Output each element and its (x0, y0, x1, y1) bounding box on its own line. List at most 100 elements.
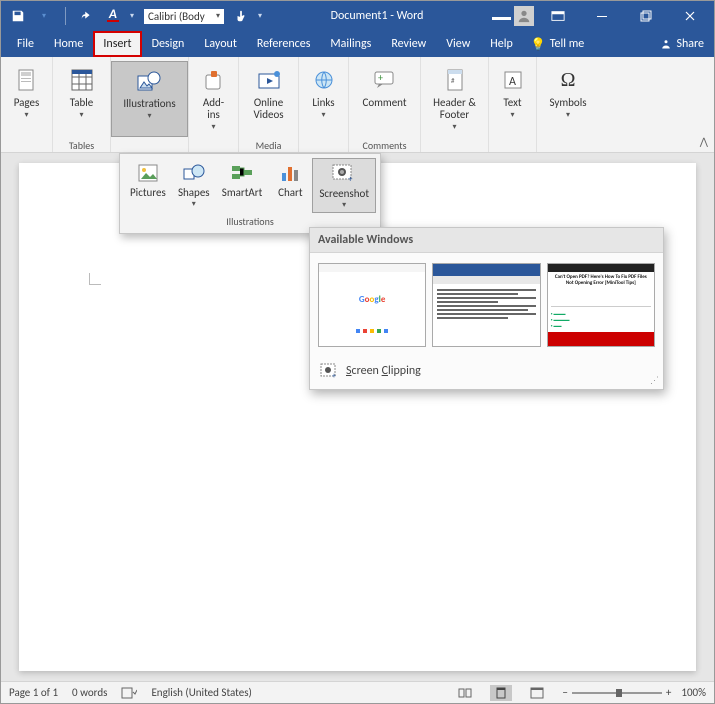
comment-button[interactable]: + Comment (354, 61, 414, 137)
quick-access-toolbar: ▾ A ▾ Calibri (Body ▾ ▾ (1, 7, 262, 25)
svg-text:+: + (348, 174, 353, 184)
title-bar: ▾ A ▾ Calibri (Body ▾ ▾ Document1 - Word… (1, 1, 714, 31)
pages-icon (17, 65, 37, 95)
zoom-slider[interactable] (572, 692, 662, 694)
shapes-button[interactable]: Shapes ▾ (172, 158, 216, 213)
font-color-dropdown-icon[interactable]: ▾ (130, 11, 134, 21)
chevron-down-icon: ▾ (216, 11, 220, 21)
tell-me-search[interactable]: 💡Tell me (523, 31, 592, 57)
addins-button[interactable]: Add- ins ▾ (189, 61, 239, 137)
font-selector[interactable]: Calibri (Body ▾ (144, 9, 224, 24)
ribbon: Pages ▾ Table ▾ Tables Illustrations ▾ (1, 57, 714, 153)
tab-view[interactable]: View (436, 31, 480, 57)
shapes-icon (182, 160, 206, 186)
page-indicator[interactable]: Page 1 of 1 (9, 686, 58, 699)
header-footer-icon: # (446, 65, 464, 95)
text-icon: A (503, 65, 523, 95)
addins-icon (203, 65, 225, 95)
user-area: ▬▬ (492, 4, 714, 28)
table-icon (71, 65, 93, 95)
illustrations-icon (136, 66, 164, 96)
tab-design[interactable]: Design (142, 31, 195, 57)
table-button[interactable]: Table ▾ (57, 61, 107, 137)
font-color-icon[interactable]: A (104, 7, 122, 25)
window-thumbnails: Google Can't Open PDF? Here's How To Fix… (310, 253, 663, 357)
screenshot-menu: Available Windows Google Can't Open PDF?… (309, 227, 664, 390)
pages-button[interactable]: Pages ▾ (2, 61, 52, 137)
chevron-down-icon: ▾ (566, 110, 570, 120)
ribbon-display-icon[interactable] (538, 4, 578, 28)
header-footer-button[interactable]: # Header & Footer ▾ (425, 61, 484, 137)
word-count[interactable]: 0 words (72, 686, 107, 699)
close-button[interactable] (670, 4, 710, 28)
touch-mode-icon[interactable] (232, 7, 250, 25)
pictures-icon (137, 160, 159, 186)
available-windows-header: Available Windows (310, 228, 663, 253)
video-icon (257, 65, 281, 95)
share-button[interactable]: Share (650, 31, 714, 57)
links-icon (313, 65, 335, 95)
chevron-down-icon: ▾ (79, 110, 83, 120)
symbols-icon: Ω (561, 65, 576, 95)
tab-file[interactable]: File (1, 31, 44, 57)
screenshot-button[interactable]: + Screenshot ▾ (312, 158, 376, 213)
chevron-down-icon: ▾ (321, 110, 325, 120)
tab-mailings[interactable]: Mailings (320, 31, 381, 57)
svg-text:+: + (378, 71, 383, 84)
print-layout-icon[interactable] (490, 685, 512, 701)
chevron-down-icon: ▾ (24, 110, 28, 120)
online-videos-button[interactable]: Online Videos (244, 61, 294, 137)
separator (65, 7, 66, 25)
tab-references[interactable]: References (247, 31, 321, 57)
tab-insert[interactable]: Insert (93, 31, 141, 57)
pictures-button[interactable]: Pictures (124, 158, 172, 213)
zoom-out-button[interactable]: − (562, 686, 567, 699)
chart-icon (280, 160, 300, 186)
window-title: Document1 - Word (262, 9, 492, 23)
resize-grip-icon[interactable]: ⋰ (650, 375, 659, 386)
restore-button[interactable] (626, 4, 666, 28)
links-button[interactable]: Links ▾ (299, 61, 349, 137)
ribbon-tabs: File Home Insert Design Layout Reference… (1, 31, 714, 57)
zoom-in-button[interactable]: + (666, 686, 671, 699)
status-bar: Page 1 of 1 0 words English (United Stat… (1, 681, 714, 703)
lightbulb-icon: 💡 (531, 37, 546, 52)
chevron-down-icon: ▾ (510, 110, 514, 120)
web-layout-icon[interactable] (526, 685, 548, 701)
screen-clipping-item[interactable]: + Screen Clipping (310, 357, 663, 389)
collapse-ribbon-icon[interactable]: ⋀ (700, 135, 708, 148)
tab-layout[interactable]: Layout (194, 31, 247, 57)
tab-help[interactable]: Help (480, 31, 523, 57)
redo-icon[interactable] (78, 7, 96, 25)
illustrations-button[interactable]: Illustrations ▾ (111, 61, 188, 137)
font-name: Calibri (Body (148, 10, 205, 23)
smartart-icon (230, 160, 254, 186)
window-thumbnail[interactable] (432, 263, 540, 347)
minimize-button[interactable] (582, 4, 622, 28)
share-icon (660, 38, 672, 50)
symbols-button[interactable]: Ω Symbols ▾ (541, 61, 594, 137)
user-avatar-icon[interactable] (514, 6, 534, 26)
save-icon[interactable] (9, 7, 27, 25)
user-name[interactable]: ▬▬ (492, 10, 510, 23)
window-thumbnail[interactable]: Can't Open PDF? Here's How To Fix PDF Fi… (547, 263, 655, 347)
chevron-down-icon: ▾ (342, 200, 346, 210)
language-indicator[interactable]: English (United States) (151, 686, 251, 699)
smartart-button[interactable]: SmartArt (216, 158, 269, 213)
comment-icon: + (373, 65, 395, 95)
chart-button[interactable]: Chart (268, 158, 312, 213)
undo-icon[interactable]: ▾ (35, 7, 53, 25)
zoom-controls: − + 100% (562, 686, 706, 699)
tab-home[interactable]: Home (44, 31, 93, 57)
chevron-down-icon: ▾ (147, 111, 151, 121)
text-button[interactable]: A Text ▾ (488, 61, 538, 137)
tab-review[interactable]: Review (381, 31, 436, 57)
chevron-down-icon: ▾ (211, 122, 215, 132)
svg-text:#: # (451, 76, 455, 85)
spellcheck-icon[interactable] (121, 686, 137, 700)
screen-clipping-icon: + (320, 363, 338, 379)
read-mode-icon[interactable] (454, 685, 476, 701)
window-thumbnail[interactable]: Google (318, 263, 426, 347)
zoom-level[interactable]: 100% (681, 686, 706, 699)
illustrations-gallery: Pictures Shapes ▾ SmartArt Chart + Scree… (119, 153, 381, 234)
